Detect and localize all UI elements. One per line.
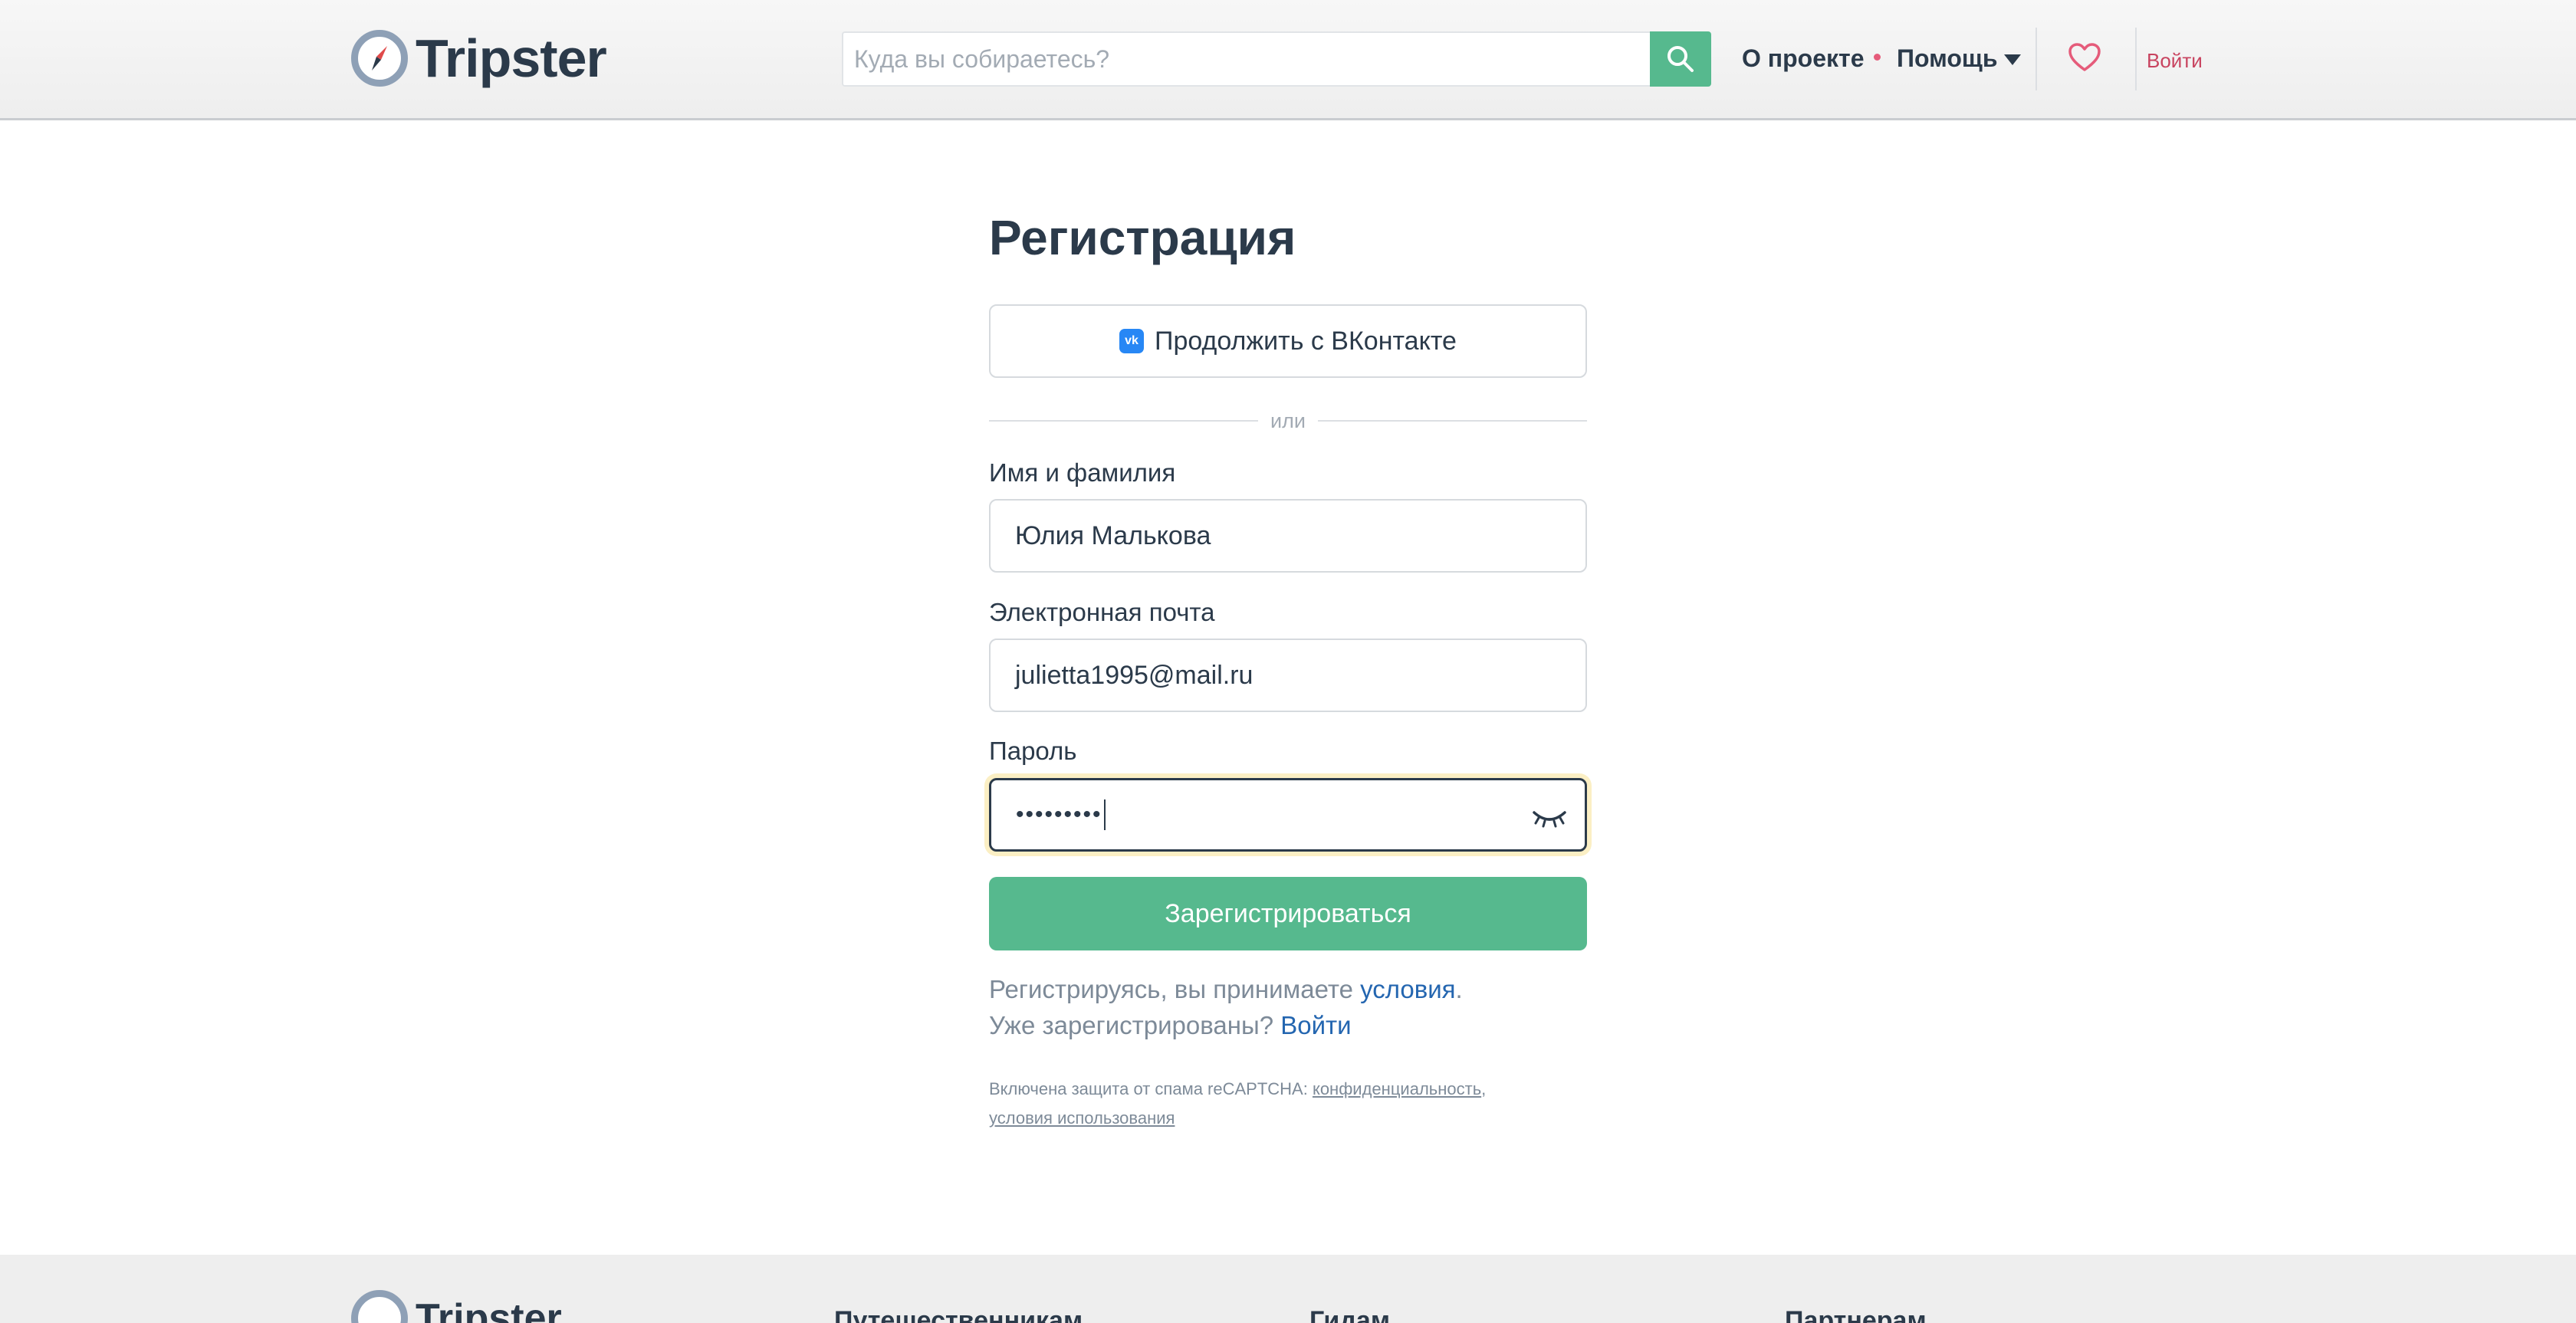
heart-icon[interactable] [2068, 42, 2101, 73]
nav-separator-dot [1874, 54, 1881, 61]
search-input[interactable] [842, 31, 1650, 87]
header-login-link[interactable]: Войти [2147, 48, 2203, 74]
register-button[interactable]: Зарегистрироваться [989, 877, 1587, 950]
nav-help-label: Помощь [1897, 44, 1998, 72]
compass-icon [351, 30, 408, 87]
or-text: или [1270, 409, 1306, 432]
page-title: Регистрация [989, 210, 1296, 265]
divider-line [989, 420, 1259, 422]
nav-help-dropdown[interactable]: Помощь [1897, 43, 2021, 74]
eye-closed-icon[interactable] [1531, 803, 1568, 829]
search-button[interactable] [1650, 31, 1711, 87]
footer-logo[interactable]: Tripster [351, 1290, 562, 1323]
footer-logo-text: Tripster [416, 1296, 562, 1323]
recaptcha-prefix: Включена защита от спама reCAPTCHA: [989, 1079, 1313, 1098]
search-icon [1668, 46, 1694, 72]
form-login-link[interactable]: Войти [1280, 1011, 1351, 1039]
footer-column-partners: Партнерам [1785, 1306, 1927, 1323]
password-value: ••••••••• [1016, 802, 1102, 827]
header-divider [2135, 28, 2137, 90]
email-field[interactable]: julietta1995@mail.ru [989, 639, 1587, 712]
terms-suffix: . [1455, 975, 1463, 1003]
terms-text: Регистрируясь, вы принимаете условия. Уж… [989, 971, 1463, 1043]
recaptcha-separator: , [1481, 1079, 1487, 1098]
vk-button-label: Продолжить с ВКонтакте [1155, 326, 1457, 356]
email-label: Электронная почта [989, 598, 1215, 626]
footer-column-guides: Гидам [1309, 1306, 1390, 1323]
compass-icon [351, 1290, 408, 1323]
terms-of-use-link[interactable]: условия использования [989, 1108, 1175, 1128]
password-field[interactable]: ••••••••• [989, 778, 1587, 852]
terms-prefix: Регистрируясь, вы принимаете [989, 975, 1361, 1003]
terms-link[interactable]: условия [1360, 975, 1455, 1003]
vk-login-button[interactable]: vk Продолжить с ВКонтакте [989, 304, 1587, 378]
privacy-link[interactable]: конфиденциальность [1313, 1079, 1481, 1098]
name-value: Юлия Малькова [1015, 520, 1211, 550]
name-field[interactable]: Юлия Малькова [989, 499, 1587, 573]
have-account-text: Уже зарегистрированы? [989, 1011, 1281, 1039]
email-value: julietta1995@mail.ru [1015, 660, 1254, 690]
nav-about-link[interactable]: О проекте [1742, 43, 1864, 74]
or-divider: или [989, 405, 1588, 436]
divider-line [1317, 420, 1588, 422]
header-divider [2036, 28, 2037, 90]
search-bar [842, 31, 1711, 87]
caret-down-icon [2003, 54, 2021, 65]
top-header: Tripster О проекте Помощь Войти [0, 0, 2576, 120]
text-cursor [1103, 799, 1106, 830]
vk-icon: vk [1119, 329, 1145, 353]
recaptcha-notice: Включена защита от спама reCAPTCHA: конф… [989, 1075, 1587, 1133]
footer-column-travelers: Путешественникам [834, 1306, 1083, 1323]
name-label: Имя и фамилия [989, 458, 1176, 487]
logo-text: Tripster [416, 28, 607, 88]
password-label: Пароль [989, 737, 1077, 765]
logo[interactable]: Tripster [351, 28, 607, 89]
footer: Tripster Путешественникам Гидам Партнера… [0, 1255, 2576, 1323]
